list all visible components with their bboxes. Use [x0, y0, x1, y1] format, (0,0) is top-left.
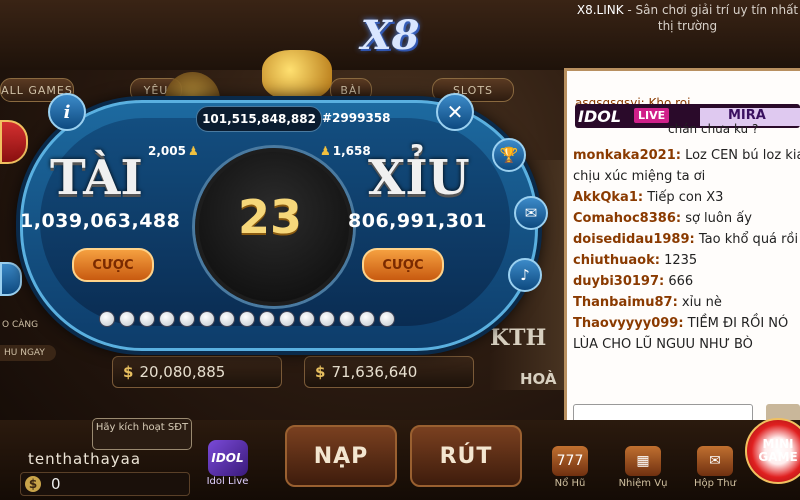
chat-username[interactable]: Thanbaimu87:: [573, 295, 678, 310]
site-marquee: X8.LINK - Sân chơi giải trí uy tín nhất …: [575, 2, 800, 34]
xiu-players-value: 1,658: [332, 144, 371, 158]
history-dot: [260, 312, 274, 326]
left-game-subtitle: O CÀNG: [2, 320, 39, 330]
chat-message: Thanbaimu87: xỉu nè: [573, 292, 800, 313]
history-dot: [380, 312, 394, 326]
chat-text: Tiếp con X3: [643, 190, 724, 205]
dollar-icon: $: [315, 363, 326, 381]
history-dot: [340, 312, 354, 326]
tab-bai[interactable]: BÀI: [330, 78, 372, 102]
trophy-icon[interactable]: 🏆: [492, 138, 526, 172]
background-game-subtitle: HOÀ: [520, 370, 557, 388]
background-game-title: KTH: [490, 325, 547, 351]
chat-message: monkaka2021: Loz CEN bú loz kia chịu xúc…: [573, 145, 800, 187]
slot-777-icon: 777: [552, 446, 588, 476]
chat-username[interactable]: Comahoc8386:: [573, 211, 681, 226]
chat-message: doisedidau1989: Tao khổ quá rồi: [573, 229, 800, 250]
idol-live-app[interactable]: IDOL Idol Live: [200, 440, 255, 498]
activate-phone-button[interactable]: Hãy kích hoạt SĐT: [92, 418, 192, 450]
chat-text: xỉu nè: [677, 295, 722, 310]
no-hu-label: Nổ Hũ: [554, 478, 586, 489]
withdraw-button[interactable]: RÚT: [410, 425, 522, 487]
inbox-button[interactable]: ✉ Hộp Thư: [690, 446, 740, 489]
tai-bet-button[interactable]: CƯỢC: [72, 248, 154, 282]
balance-value: 0: [51, 475, 61, 493]
history-dot: [220, 312, 234, 326]
tai-players-value: 2,005: [148, 144, 186, 158]
chat-partial-text: chán chưa ku ?: [668, 122, 759, 136]
history-dot: [280, 312, 294, 326]
dollar-icon: $: [123, 363, 134, 381]
username: tenthathayaa: [28, 450, 142, 468]
chat-username[interactable]: Thaovyyyy099:: [573, 316, 684, 331]
history-dot: [200, 312, 214, 326]
person-icon: ♟: [187, 144, 199, 158]
live-badge: LIVE: [634, 108, 670, 123]
chat-text: 666: [664, 274, 694, 289]
chart-icon[interactable]: [0, 120, 28, 164]
total-pot: 101,515,848,882: [196, 106, 322, 132]
chat-message: AkkQka1: Tiếp con X3: [573, 187, 800, 208]
x8-logo: X8: [360, 11, 420, 59]
xiu-label: XỈU: [368, 150, 470, 206]
gold-coins-icon: [262, 50, 332, 100]
missions-label: Nhiệm Vụ: [618, 478, 668, 489]
site-brand: X8.LINK: [576, 3, 624, 17]
chat-message: chiuthuaok: 1235: [573, 250, 800, 271]
close-button[interactable]: ✕: [436, 93, 474, 131]
chat-username[interactable]: duybi30197:: [573, 274, 664, 289]
site-tagline: - Sân chơi giải trí uy tín nhất thị trườ…: [623, 3, 799, 33]
inbox-label: Hộp Thư: [694, 478, 736, 489]
chat-messages: monkaka2021: Loz CEN bú loz kia chịu xúc…: [573, 145, 800, 355]
chat-icon[interactable]: ✉: [514, 196, 548, 230]
chat-username[interactable]: doisedidau1989:: [573, 232, 695, 247]
tai-player-count: 2,005 ♟: [148, 144, 199, 158]
chat-text: 1235: [659, 253, 698, 268]
xiu-player-count: ♟ 1,658: [320, 144, 371, 158]
side-round-button[interactable]: [0, 262, 22, 296]
info-button[interactable]: i: [48, 93, 86, 131]
history-dot: [360, 312, 374, 326]
xiu-bet-total: 806,991,301: [348, 210, 487, 232]
chat-text: Tao khổ quá rồi: [694, 232, 799, 247]
history-dot: [160, 312, 174, 326]
no-hu-button[interactable]: 777 Nổ Hũ: [545, 446, 595, 489]
history-dot: [100, 312, 114, 326]
deposit-button[interactable]: NẠP: [285, 425, 397, 487]
balance: $0: [20, 472, 190, 496]
dice-sum: 23: [237, 190, 302, 244]
tai-bet-total: 1,039,063,488: [20, 210, 181, 232]
history-dot: [120, 312, 134, 326]
session-id: #2999358: [322, 111, 391, 125]
history-dot: [300, 312, 314, 326]
history-dot: [320, 312, 334, 326]
missions-button[interactable]: ▦ Nhiệm Vụ: [618, 446, 668, 489]
jackpot-1: $20,080,885: [112, 356, 282, 388]
result-history: [100, 312, 420, 328]
jackpot-value: 20,080,885: [139, 363, 226, 381]
history-dot: [140, 312, 154, 326]
chat-text: sợ luôn ấy: [681, 211, 752, 226]
chat-username[interactable]: monkaka2021:: [573, 148, 681, 163]
tai-label: TÀI: [50, 150, 143, 206]
jackpot-2: $71,636,640: [304, 356, 474, 388]
mute-icon[interactable]: ♪: [508, 258, 542, 292]
missions-icon: ▦: [625, 446, 661, 476]
person-icon: ♟: [320, 144, 331, 158]
idol-logo: IDOL: [578, 107, 622, 126]
chat-message: Comahoc8386: sợ luôn ấy: [573, 208, 800, 229]
history-dot: [180, 312, 194, 326]
chat-username[interactable]: AkkQka1:: [573, 190, 643, 205]
chat-message: Thaovyyyy099: TIỀM ĐI RỒI NÓ LÙA CHO LŨ …: [573, 313, 800, 355]
xiu-bet-button[interactable]: CƯỢC: [362, 248, 444, 282]
chat-username[interactable]: chiuthuaok:: [573, 253, 660, 268]
left-game-label[interactable]: HU NGAY: [0, 345, 56, 361]
jackpot-value: 71,636,640: [331, 363, 418, 381]
idol-live-label: Idol Live: [206, 476, 249, 487]
idol-live-icon: IDOL: [207, 440, 248, 476]
coin-icon: $: [25, 476, 41, 492]
history-dot: [240, 312, 254, 326]
chat-message: duybi30197: 666: [573, 271, 800, 292]
mail-icon: ✉: [697, 446, 733, 476]
